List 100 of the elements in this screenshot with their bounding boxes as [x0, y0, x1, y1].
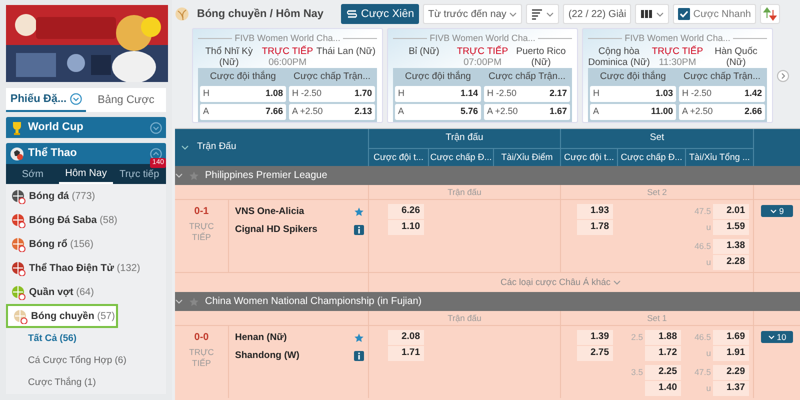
league-header[interactable]: Philippines Premier League	[175, 166, 800, 185]
odds-button[interactable]: 1.72	[645, 346, 681, 361]
odds-button[interactable]: 2.01	[713, 204, 749, 219]
team-name: VNS One-Alicia	[235, 204, 304, 219]
team-name: Puerto Rico (Nữ)	[515, 46, 567, 68]
chevron-down-icon[interactable]	[70, 93, 82, 105]
odds-button[interactable]: H 1.08	[200, 86, 286, 102]
team-name: Thổ Nhĩ Kỳ (Nữ)	[204, 46, 254, 68]
odds-button[interactable]: 1.10	[388, 220, 424, 235]
star-icon[interactable]	[189, 170, 199, 180]
star-icon[interactable]	[354, 207, 364, 217]
live-label: TRỰC TIẾP	[262, 46, 314, 56]
market-title: Cược đội thắng	[599, 70, 667, 84]
handicap-line: u	[706, 256, 711, 269]
sport-item[interactable]: Bóng đá (773)	[6, 184, 166, 208]
odds-format-icon	[640, 8, 654, 20]
odds-button[interactable]: 2.29	[713, 365, 749, 380]
sport-item[interactable]: Bóng chuyền (57)	[6, 304, 118, 328]
odds-button[interactable]: A +2.50 2.66	[679, 104, 765, 120]
odds-button[interactable]: 1.93	[577, 204, 613, 219]
market-title: Cược chấp Trận...	[487, 70, 566, 84]
next-icon[interactable]	[777, 70, 789, 82]
odds-button[interactable]: 1.78	[577, 220, 613, 235]
live-label: TRỰC TIẾP	[188, 347, 215, 369]
more-bets-button[interactable]: 10	[761, 331, 793, 343]
match-time: 07:00PM	[463, 56, 502, 68]
team-name: Shandong (W)	[235, 348, 300, 363]
parlay-button[interactable]: Cược Xiên	[341, 4, 420, 24]
sidebar-tab[interactable]: Bảng Cược	[86, 88, 166, 112]
caret-icon	[770, 208, 778, 214]
odds-button[interactable]: 1.88	[645, 330, 681, 345]
team-name: Henan (Nữ)	[235, 330, 287, 345]
odds-button[interactable]: A +2.50 1.67	[484, 104, 570, 120]
odds-button[interactable]: 1.38	[713, 239, 749, 254]
odds-button[interactable]: 1.91	[713, 346, 749, 361]
more-bets-button[interactable]: 9	[761, 205, 793, 217]
sport-item[interactable]: Thể Thao Điện Tử (132)	[6, 256, 166, 280]
sub-item[interactable]: Tất Cả (56)	[6, 328, 166, 350]
checkbox-label: Cược Nhanh	[693, 8, 751, 22]
odds-button[interactable]: 1.59	[713, 220, 749, 235]
chevron-up-icon[interactable]	[150, 148, 162, 160]
market-title: Cược chấp Trận...	[292, 70, 372, 84]
collapse-icon[interactable]	[175, 298, 183, 304]
odds-button[interactable]: A +2.50 2.13	[289, 104, 375, 120]
section-label: Set 2	[560, 185, 753, 200]
odds-button[interactable]: 1.37	[713, 381, 749, 396]
odds-button[interactable]: H 1.03	[590, 86, 676, 102]
odds-button[interactable]: 1.39	[577, 330, 613, 345]
star-icon[interactable]	[189, 296, 199, 306]
sport-item[interactable]: Bóng rổ (156)	[6, 232, 166, 256]
odds-button[interactable]: 6.26	[388, 204, 424, 219]
odds-button[interactable]: 1.40	[645, 381, 681, 396]
sub-item[interactable]: Cá Cược Tổng Hợp (6)	[6, 350, 166, 372]
odds-button[interactable]: H 1.14	[395, 86, 481, 102]
odds-format-dropdown[interactable]	[635, 4, 670, 24]
league-filter-button[interactable]: (22 / 22) Giải	[563, 4, 632, 24]
odds-button[interactable]: 2.75	[577, 346, 613, 361]
odds-button[interactable]: H -2.50 1.70	[289, 86, 375, 102]
section-header[interactable]: World Cup	[6, 117, 166, 138]
handicap-line: u	[706, 221, 711, 234]
odds-button[interactable]: 2.28	[713, 255, 749, 270]
date-dropdown[interactable]: Từ trước đến nay	[423, 4, 522, 24]
handicap-line: u	[706, 382, 711, 395]
sport-item[interactable]: Bóng Đá Saba (58)	[6, 208, 166, 232]
handicap-line: 47.5	[694, 366, 711, 379]
sort-arrows-icon[interactable]	[760, 4, 780, 24]
sidebar-tab[interactable]: Phiếu Đặ...	[6, 88, 86, 112]
sport-label: Bóng đá (773)	[29, 190, 96, 204]
ball-icon	[11, 188, 26, 204]
odds-button[interactable]: A 7.66	[200, 104, 286, 120]
handicap-line: 46.5	[694, 240, 711, 253]
period-tab[interactable]: Sớm	[6, 164, 60, 184]
odds-button[interactable]: 1.71	[388, 346, 424, 361]
sort-dropdown[interactable]	[526, 4, 560, 24]
collapse-icon[interactable]	[181, 144, 189, 150]
odds-button[interactable]: H -2.50 1.42	[679, 86, 765, 102]
sub-item[interactable]: Cược Thắng (1)	[6, 372, 166, 394]
info-icon[interactable]	[354, 351, 364, 361]
column-header: Trận Đấu	[196, 140, 238, 154]
sort-icon	[531, 8, 544, 20]
section-label: Set 1	[560, 311, 753, 326]
league-header[interactable]: China Women National Championship (in Fujian)	[175, 292, 800, 311]
section-label: Trận đấu	[368, 311, 560, 326]
league-name: FIVB Women World Cha...	[234, 32, 340, 45]
star-icon[interactable]	[354, 333, 364, 343]
odds-button[interactable]: A 5.76	[395, 104, 481, 120]
market-title: Cược đội thắng	[209, 70, 277, 84]
odds-button[interactable]: 1.69	[713, 330, 749, 345]
odds-button[interactable]: H -2.50 2.17	[484, 86, 570, 102]
sport-item[interactable]: Quần vợt (64)	[6, 280, 166, 304]
ball-icon	[13, 308, 28, 324]
odds-button[interactable]: 2.08	[388, 330, 424, 345]
odds-button[interactable]: A 11.00	[590, 104, 676, 120]
odds-button[interactable]: 2.25	[645, 365, 681, 380]
checkbox[interactable]	[678, 8, 690, 20]
market-title: Cược đội thắng	[404, 70, 472, 84]
info-icon[interactable]	[354, 225, 364, 235]
league-name: FIVB Women World Cha...	[430, 32, 536, 45]
chevron-down-icon[interactable]	[150, 122, 162, 134]
collapse-icon[interactable]	[175, 172, 183, 178]
